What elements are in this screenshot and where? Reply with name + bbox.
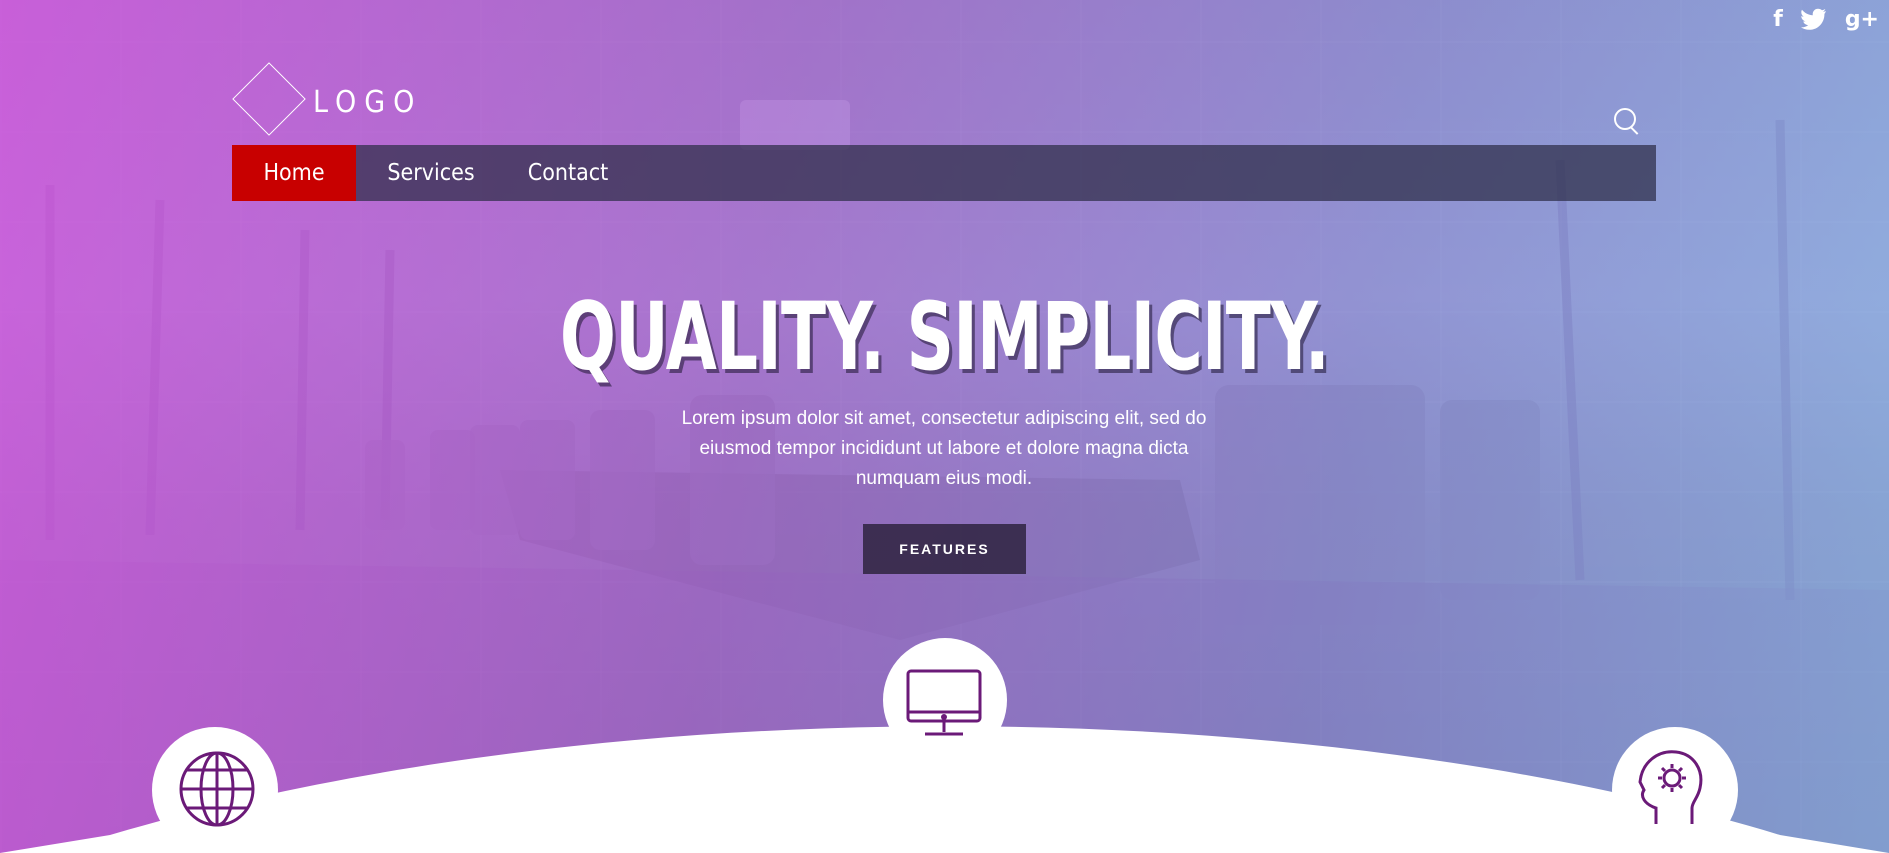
nav-home[interactable]: Home — [232, 145, 356, 201]
hero-subtext: Lorem ipsum dolor sit amet, consectetur … — [681, 408, 1207, 489]
logo-text: LOGO — [313, 84, 423, 120]
google-plus-icon[interactable]: g+ — [1845, 8, 1879, 36]
facebook-icon[interactable]: f — [1773, 8, 1783, 36]
main-navbar: Home Services Contact — [232, 145, 1656, 201]
logo[interactable]: LOGO — [232, 62, 423, 136]
globe-icon[interactable] — [178, 750, 256, 828]
search-icon[interactable] — [1614, 108, 1636, 130]
social-links: f g+ — [1773, 8, 1879, 36]
features-button[interactable]: FEATURES — [863, 524, 1026, 574]
nav-services[interactable]: Services — [356, 145, 506, 201]
monitor-icon[interactable] — [905, 668, 983, 738]
twitter-icon[interactable] — [1800, 8, 1827, 36]
head-gear-icon[interactable] — [1636, 748, 1706, 828]
logo-diamond-icon — [232, 62, 306, 136]
hero-headline: QUALITY. SIMPLICITY. — [559, 283, 1330, 392]
nav-contact[interactable]: Contact — [506, 145, 630, 201]
